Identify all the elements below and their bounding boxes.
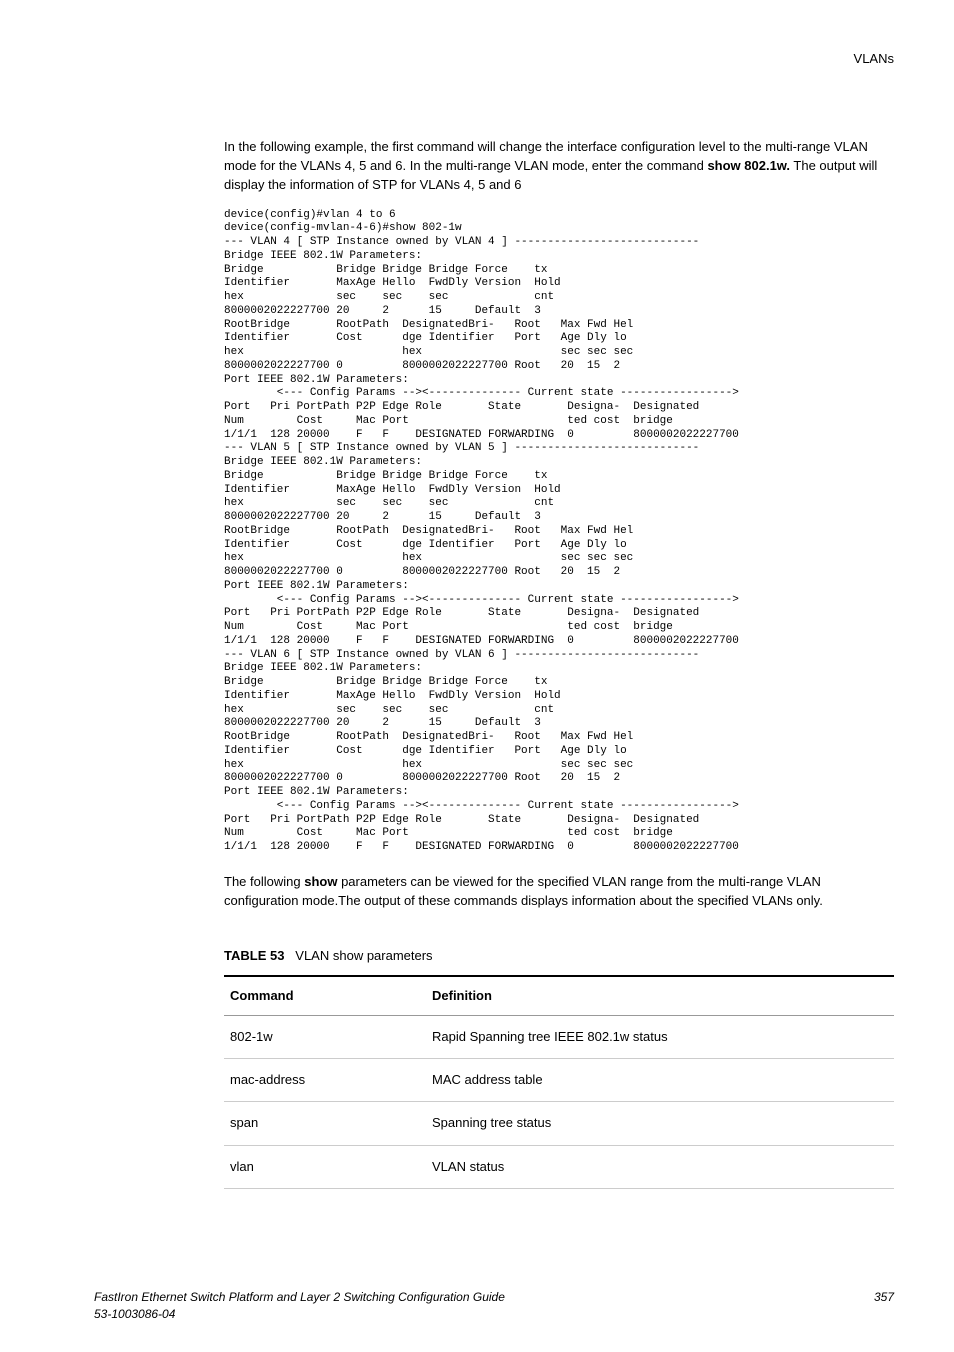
table-row: 802-1w Rapid Spanning tree IEEE 802.1w s… [224, 1016, 894, 1059]
cell-command: mac-address [224, 1059, 426, 1102]
page-footer: FastIron Ethernet Switch Platform and La… [94, 1289, 894, 1323]
running-head: VLANs [224, 50, 894, 68]
table-row: vlan VLAN status [224, 1145, 894, 1188]
footer-title: FastIron Ethernet Switch Platform and La… [94, 1289, 505, 1306]
cell-definition: VLAN status [426, 1145, 894, 1188]
intro-paragraph: In the following example, the first comm… [224, 138, 894, 195]
table-row: span Spanning tree status [224, 1102, 894, 1145]
table-row: mac-address MAC address table [224, 1059, 894, 1102]
intro-bold: show 802.1w. [707, 158, 790, 173]
cell-definition: Spanning tree status [426, 1102, 894, 1145]
after-bold: show [304, 874, 337, 889]
cell-definition: MAC address table [426, 1059, 894, 1102]
footer-docid: 53-1003086-04 [94, 1306, 505, 1323]
cell-command: span [224, 1102, 426, 1145]
after-text-a: The following [224, 874, 304, 889]
cell-command: 802-1w [224, 1016, 426, 1059]
table-caption: TABLE 53 VLAN show parameters [224, 947, 894, 965]
table-title: VLAN show parameters [295, 948, 432, 963]
vlan-show-params-table: Command Definition 802-1w Rapid Spanning… [224, 975, 894, 1189]
col-header-definition: Definition [426, 976, 894, 1016]
terminal-output: device(config)#vlan 4 to 6 device(config… [224, 209, 894, 855]
table-label: TABLE 53 [224, 948, 284, 963]
cell-definition: Rapid Spanning tree IEEE 802.1w status [426, 1016, 894, 1059]
footer-left: FastIron Ethernet Switch Platform and La… [94, 1289, 505, 1323]
after-paragraph: The following show parameters can be vie… [224, 873, 894, 911]
cell-command: vlan [224, 1145, 426, 1188]
footer-page: 357 [874, 1289, 894, 1323]
col-header-command: Command [224, 976, 426, 1016]
